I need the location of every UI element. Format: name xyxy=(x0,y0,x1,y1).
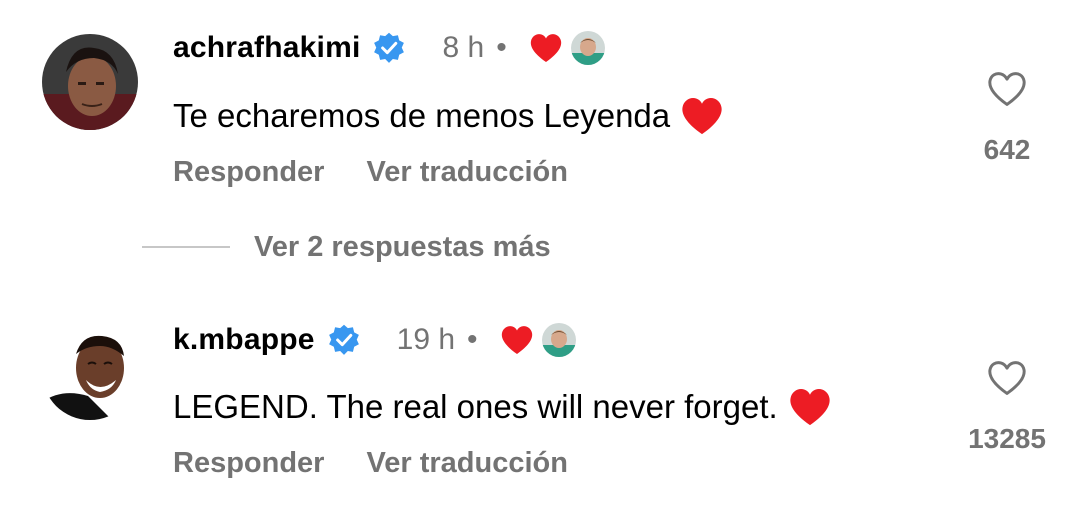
like-count: 642 xyxy=(983,134,1031,165)
view-replies-button[interactable]: Ver 2 respuestas más xyxy=(254,231,551,264)
red-heart-icon xyxy=(680,96,724,136)
comment-body: LEGEND. The real ones will never forget. xyxy=(173,388,778,425)
red-heart-icon xyxy=(788,387,832,427)
view-replies-row[interactable]: Ver 2 respuestas más xyxy=(142,222,551,272)
red-heart-icon xyxy=(529,33,563,63)
comment-time: 8 h xyxy=(442,31,485,64)
separator-dot: • xyxy=(467,323,478,356)
verified-badge-icon xyxy=(372,31,406,65)
comment-actions: Responder Ver traducción xyxy=(173,445,568,481)
avatar[interactable] xyxy=(42,324,138,420)
avatar[interactable] xyxy=(42,34,138,130)
translate-button[interactable]: Ver traducción xyxy=(366,447,567,480)
username[interactable]: achrafhakimi xyxy=(173,31,360,65)
comment-time: 19 h xyxy=(396,323,456,356)
comment-actions: Responder Ver traducción xyxy=(173,154,568,190)
red-heart-icon xyxy=(500,325,534,355)
author-avatar xyxy=(570,31,605,65)
reply-button[interactable]: Responder xyxy=(173,156,324,189)
comment-text: LEGEND. The real ones will never forget. xyxy=(173,385,832,429)
heart-outline-icon[interactable] xyxy=(986,359,1028,397)
username[interactable]: k.mbappe xyxy=(173,323,315,357)
comment-body: Te echaremos de menos Leyenda xyxy=(173,97,671,134)
like-column: 642 xyxy=(952,70,1062,166)
author-avatar xyxy=(541,323,576,357)
separator-dot: • xyxy=(496,31,507,64)
translate-button[interactable]: Ver traducción xyxy=(366,156,567,189)
like-column: 13285 xyxy=(952,359,1062,455)
reply-button[interactable]: Responder xyxy=(173,447,324,480)
comment-header: k.mbappe 19 h • xyxy=(173,320,576,360)
heart-outline-icon[interactable] xyxy=(986,70,1028,108)
comment-text: Te echaremos de menos Leyenda xyxy=(173,94,724,138)
divider-line xyxy=(142,246,230,248)
comments-section: achrafhakimi 8 h • Te echaremos de menos… xyxy=(0,0,1080,511)
comment-header: achrafhakimi 8 h • xyxy=(173,28,605,68)
verified-badge-icon xyxy=(327,323,361,357)
like-count: 13285 xyxy=(968,423,1046,454)
